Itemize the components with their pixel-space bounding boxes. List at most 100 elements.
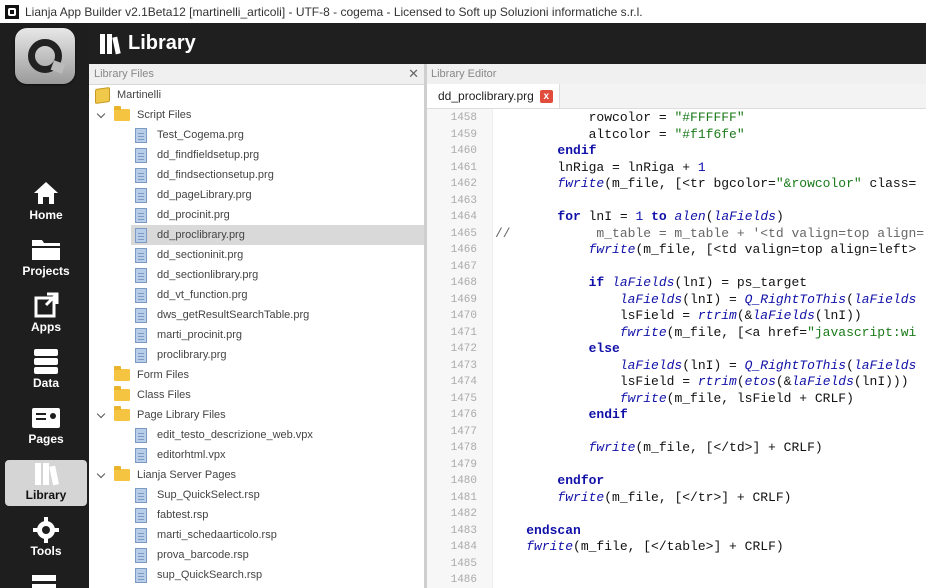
tab-label: dd_proclibrary.prg	[438, 89, 534, 103]
tree-item-label: fabtest.rsp	[157, 509, 209, 521]
code-line[interactable]: 1478 fwrite(m_file, [</td>] + CRLF)	[427, 440, 926, 457]
nav-library[interactable]: Library	[5, 460, 87, 506]
tree-file[interactable]: marti_procinit.prg	[89, 325, 424, 345]
library-editor-title: Library Editor	[431, 68, 497, 80]
code-line[interactable]: 1482	[427, 506, 926, 523]
code-line[interactable]: 1459 altcolor = "#f1f6fe"	[427, 127, 926, 144]
tree-file[interactable]: Sup_QuickSelect.rsp	[89, 485, 424, 505]
code-line[interactable]: 1486	[427, 572, 926, 588]
code-line[interactable]: 1480 endfor	[427, 473, 926, 490]
line-number: 1468	[450, 277, 477, 289]
nav-pages[interactable]: Pages	[5, 404, 87, 450]
tree-folder[interactable]: Class Files	[89, 385, 424, 405]
code-line[interactable]: 1479	[427, 457, 926, 474]
code-editor[interactable]: 1458 rowcolor = "#FFFFFF" 1459 altcolor =…	[427, 109, 926, 588]
tree-file[interactable]: dd_findfieldsetup.prg	[89, 145, 424, 165]
code-line[interactable]: 1461 lnRiga = lnRiga + 1	[427, 160, 926, 177]
code-line[interactable]: 1485	[427, 556, 926, 573]
chevron-down-icon[interactable]	[96, 470, 106, 480]
tree-folder[interactable]: Lianja Server Pages	[89, 465, 424, 485]
code-line[interactable]: 1471 fwrite(m_file, [<a href="javascript…	[427, 325, 926, 342]
tree-file[interactable]: dd_pageLibrary.prg	[89, 185, 424, 205]
file-icon	[135, 167, 147, 183]
code-line[interactable]: 1470 lsField = rtrim(&laFields(lnI))	[427, 308, 926, 325]
tree-file[interactable]: marti_schedaarticolo.rsp	[89, 525, 424, 545]
code-text: fwrite(m_file, [</td>] + CRLF)	[588, 440, 823, 455]
tree-file[interactable]: Test_Cogema.prg	[89, 125, 424, 145]
folder-icon	[5, 236, 87, 262]
file-icon	[135, 507, 147, 523]
tree-file[interactable]: edit_testo_descrizione_web.vpx	[89, 425, 424, 445]
nav-tools[interactable]: Tools	[5, 516, 87, 562]
file-icon	[135, 187, 147, 203]
code-line[interactable]: 1460 endif	[427, 143, 926, 160]
tree-file[interactable]: dd_procinit.prg	[89, 205, 424, 225]
chevron-down-icon[interactable]	[96, 410, 106, 420]
code-text: fwrite(m_file, [<a href="javascript:wi	[619, 324, 917, 340]
tree-item-label: dd_vt_function.prg	[157, 289, 248, 301]
nav-apps[interactable]: Apps	[5, 292, 87, 338]
tree-folder[interactable]: Page Library Files	[89, 405, 424, 425]
code-line[interactable]: 1469 laFields(lnI) = Q_RightToThis(laFie…	[427, 292, 926, 309]
code-line[interactable]: 1465 // m_table = m_table + '<td valign=t…	[427, 226, 926, 243]
tree-file[interactable]: fabtest.rsp	[89, 505, 424, 525]
tree-item-label: dd_proclibrary.prg	[157, 229, 245, 241]
file-icon	[135, 247, 147, 263]
library-editor-header: Library Editor	[427, 64, 926, 85]
line-number: 1485	[450, 557, 477, 570]
nav-more-icon[interactable]	[32, 573, 56, 588]
file-icon	[135, 327, 147, 343]
code-line[interactable]: 1484 fwrite(m_file, [</table>] + CRLF)	[427, 539, 926, 556]
nav-data[interactable]: Data	[5, 348, 87, 394]
tab-dd-proclibrary[interactable]: dd_proclibrary.prg x	[427, 84, 560, 108]
line-number: 1470	[450, 310, 477, 322]
tree-file[interactable]: dws_getResultSearchTable.prg	[89, 305, 424, 325]
nav-home[interactable]: Home	[5, 180, 87, 226]
tree-folder[interactable]: Script Files	[89, 105, 424, 125]
tree-item-label: dws_getResultSearchTable.prg	[157, 309, 310, 321]
line-number: 1475	[450, 392, 477, 405]
tab-close-icon[interactable]: x	[539, 89, 553, 103]
tree-file[interactable]: dd_sectionlibrary.prg	[89, 265, 424, 285]
tree-file[interactable]: prova_barcode.rsp	[89, 545, 424, 565]
line-number: 1459	[450, 128, 477, 141]
nav-projects[interactable]: Projects	[5, 236, 87, 282]
editor-tabbar: dd_proclibrary.prg x	[427, 84, 926, 109]
tree-file[interactable]: proclibrary.prg	[89, 345, 424, 365]
lianja-logo-icon[interactable]	[15, 28, 75, 84]
tree-folder[interactable]: Form Files	[89, 365, 424, 385]
tree-file[interactable]: dd_sectioninit.prg	[89, 245, 424, 265]
code-line[interactable]: 1483 endscan	[427, 523, 926, 540]
code-line[interactable]: 1474 lsField = rtrim(etos(&laFields(lnI)…	[427, 374, 926, 391]
nav-tools-label: Tools	[30, 544, 62, 558]
code-line[interactable]: 1481 fwrite(m_file, [</tr>] + CRLF)	[427, 490, 926, 507]
code-line[interactable]: 1466 fwrite(m_file, [<td valign=top alig…	[427, 242, 926, 259]
code-comment: // m_table = m_table + '<td valign=top a…	[495, 225, 925, 241]
tree-item-label: Page Library Files	[137, 409, 226, 421]
code-line[interactable]: 1467	[427, 259, 926, 276]
tree-file[interactable]: dd_vt_function.prg	[89, 285, 424, 305]
code-line[interactable]: 1472 else	[427, 341, 926, 358]
module-header: Library	[89, 23, 926, 64]
code-line[interactable]: 1473 laFields(lnI) = Q_RightToThis(laFie…	[427, 358, 926, 375]
code-line[interactable]: 1476 endif	[427, 407, 926, 424]
close-panel-icon[interactable]: ✕	[408, 66, 419, 82]
code-line[interactable]: 1477	[427, 424, 926, 441]
code-line[interactable]: 1464 for lnI = 1 to alen(laFields)	[427, 209, 926, 226]
code-text: endfor	[557, 473, 605, 488]
code-line[interactable]: 1463	[427, 193, 926, 210]
tree-file[interactable]: editorhtml.vpx	[89, 445, 424, 465]
code-line[interactable]: 1475 fwrite(m_file, lsField + CRLF)	[427, 391, 926, 408]
code-text: altcolor = "#f1f6fe"	[495, 126, 745, 142]
chevron-down-icon[interactable]	[96, 110, 106, 120]
code-text: lnRiga = lnRiga + 1	[495, 159, 706, 175]
tree-file[interactable]: sup_QuickSearch.rsp	[89, 565, 424, 585]
nav-sidebar: Home Projects Apps Data Pages Library To…	[0, 23, 89, 588]
tree-file[interactable]: dd_findsectionsetup.prg	[89, 165, 424, 185]
tree-root[interactable]: Martinelli	[89, 85, 424, 105]
tree-file[interactable]: dd_proclibrary.prg	[89, 225, 424, 245]
code-line[interactable]: 1468 if laFields(lnI) = ps_target	[427, 275, 926, 292]
code-line[interactable]: 1462 fwrite(m_file, [<tr bgcolor="&rowco…	[427, 176, 926, 193]
code-line[interactable]: 1458 rowcolor = "#FFFFFF"	[427, 110, 926, 127]
folder-icon	[114, 466, 130, 481]
